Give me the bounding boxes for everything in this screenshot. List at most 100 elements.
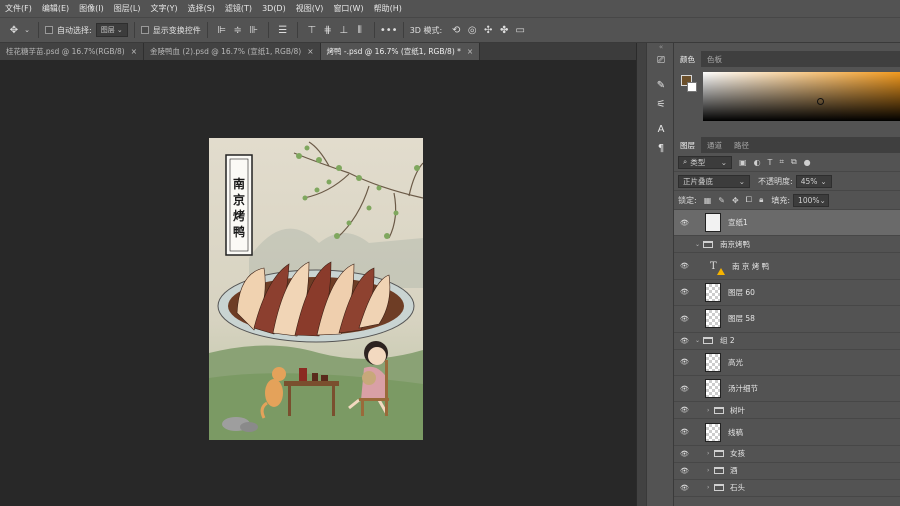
collapse-arrows-icon[interactable]: « [647, 43, 675, 51]
visibility-eye-icon[interactable]: 👁︎ [680, 288, 689, 296]
align-right-icon[interactable]: ⊪ [246, 22, 262, 38]
chevron-right-icon[interactable]: › [707, 450, 709, 457]
chevron-right-icon[interactable]: › [707, 484, 709, 491]
visibility-eye-icon[interactable]: 👁︎ [680, 358, 689, 366]
align-top-icon[interactable]: ⊤ [304, 22, 320, 38]
layer-row[interactable]: 👁︎ 汤汁细节 [674, 376, 900, 403]
lock-transparent-icon[interactable]: ▦ [704, 196, 712, 205]
brush-settings-icon[interactable]: ✎ [647, 76, 675, 95]
filter-pixel-icon[interactable]: ▣ [739, 158, 747, 167]
visibility-eye-icon[interactable]: 👁︎ [680, 406, 689, 414]
menu-bar: 文件(F) 编辑(E) 图像(I) 图层(L) 文字(Y) 选择(S) 滤镜(T… [0, 0, 900, 17]
visibility-eye-icon[interactable]: 👁︎ [680, 337, 689, 345]
artwork-illustration: 南 京 烤 鸭 [209, 138, 423, 440]
menu-edit[interactable]: 编辑(E) [37, 3, 74, 14]
menu-select[interactable]: 选择(S) [183, 3, 220, 14]
layer-row[interactable]: 👁︎ 线稿 [674, 419, 900, 446]
visibility-eye-icon[interactable]: 👁︎ [680, 262, 689, 270]
layer-row[interactable]: 👁︎ 图层 60 [674, 280, 900, 307]
character-icon[interactable]: A [647, 120, 675, 139]
distribute-icon[interactable]: ☰ [275, 22, 291, 38]
blend-mode-dropdown[interactable]: 正片叠底 ⌄ [678, 174, 750, 188]
layer-group-row[interactable]: ⌄ 南京烤鸭 [674, 236, 900, 254]
color-spectrum[interactable] [703, 72, 900, 121]
filter-toggle-icon[interactable]: ● [804, 158, 811, 167]
show-transform-checkbox[interactable] [140, 26, 149, 34]
tab-channels[interactable]: 通道 [701, 137, 728, 153]
close-icon[interactable]: × [467, 47, 473, 56]
visibility-eye-icon[interactable]: 👁︎ [680, 467, 689, 475]
lock-pixels-icon[interactable]: ✎ [718, 196, 725, 205]
history-icon[interactable]: ⎚ [647, 51, 675, 70]
align-left-icon[interactable]: ⊫ [214, 22, 230, 38]
adjustments-icon[interactable]: ⚟ [647, 95, 675, 114]
menu-window[interactable]: 窗口(W) [328, 3, 368, 14]
align-center-icon[interactable]: ≑ [230, 22, 246, 38]
chevron-down-icon[interactable]: ⌄ [22, 22, 32, 38]
layer-row[interactable]: 👁︎ 宣纸1 [674, 210, 900, 237]
visibility-eye-icon[interactable]: 👁︎ [680, 450, 689, 458]
tab-layers[interactable]: 图层 [674, 137, 701, 153]
layer-group-row[interactable]: 👁︎ ⌄ 组 2 [674, 333, 900, 350]
document-workspace[interactable]: 南 京 烤 鸭 [0, 60, 636, 506]
visibility-eye-icon[interactable]: 👁︎ [680, 428, 689, 436]
background-color-swatch[interactable] [687, 82, 697, 92]
more-options-icon[interactable]: ••• [380, 22, 398, 38]
document-canvas[interactable]: 南 京 烤 鸭 [209, 138, 423, 440]
filter-smart-object-icon[interactable]: ⧉ [791, 157, 797, 167]
visibility-eye-icon[interactable]: 👁︎ [680, 385, 689, 393]
auto-select-dropdown[interactable]: 图层 ⌄ [95, 23, 128, 37]
tab-swatches[interactable]: 色板 [701, 51, 728, 67]
lock-all-icon[interactable]: 🔒︎ [759, 195, 763, 205]
menu-view[interactable]: 视图(V) [291, 3, 329, 14]
menu-type[interactable]: 文字(Y) [145, 3, 182, 14]
doc-tab[interactable]: 桂花糖芋苗.psd @ 16.7%(RGB/8) × [0, 43, 145, 60]
close-icon[interactable]: × [131, 47, 137, 56]
fill-input[interactable]: 100% ⌄ [793, 193, 830, 207]
lock-artboard-icon[interactable]: ⧠ [746, 195, 752, 205]
layer-row[interactable]: 👁︎ 图层 58 [674, 306, 900, 333]
doc-tab-active[interactable]: 烤鸭 -.psd @ 16.7% (宣纸1, RGB/8) * × [320, 43, 481, 60]
menu-image[interactable]: 图像(I) [74, 3, 109, 14]
auto-select-option[interactable]: 自动选择: [45, 25, 92, 36]
tab-paths[interactable]: 路径 [728, 137, 755, 153]
opacity-input[interactable]: 45% ⌄ [795, 174, 832, 188]
distribute-vertical-icon[interactable]: ⦀ [352, 22, 368, 38]
filter-type-icon[interactable]: T [768, 158, 773, 167]
chevron-right-icon[interactable]: › [707, 407, 709, 414]
align-middle-icon[interactable]: ⋕ [320, 22, 336, 38]
paragraph-icon[interactable]: ¶ [647, 139, 675, 158]
menu-filter[interactable]: 滤镜(T) [220, 3, 257, 14]
doc-tab[interactable]: 金陵鸭血 (2).psd @ 16.7% (宣纸1, RGB/8) × [144, 43, 321, 60]
divider [133, 22, 135, 38]
lock-position-icon[interactable]: ✥ [732, 196, 739, 205]
auto-select-checkbox[interactable] [45, 26, 53, 34]
layer-group-row[interactable]: 👁︎ › 石头 [674, 480, 900, 497]
chevron-down-icon[interactable]: ⌄ [695, 337, 700, 344]
visibility-eye-icon[interactable]: 👁︎ [680, 484, 689, 492]
layer-thumbnail [705, 213, 721, 233]
visibility-eye-icon[interactable]: 👁︎ [680, 219, 689, 227]
menu-3d[interactable]: 3D(D) [257, 4, 291, 13]
color-picker-handle[interactable] [817, 98, 824, 105]
tab-color[interactable]: 颜色 [674, 51, 701, 67]
align-bottom-icon[interactable]: ⊥ [336, 22, 352, 38]
menu-layer[interactable]: 图层(L) [109, 3, 146, 14]
layer-filter-dropdown[interactable]: ⌕ 类型 ⌄ [678, 155, 732, 169]
layer-group-row[interactable]: 👁︎ › 树叶 [674, 402, 900, 420]
close-icon[interactable]: × [307, 47, 313, 56]
layer-row[interactable]: 👁︎ 高光 [674, 350, 900, 376]
filter-adjustment-icon[interactable]: ◐ [754, 158, 761, 167]
layer-group-row[interactable]: 👁︎ › 女孩 [674, 446, 900, 463]
layer-group-row[interactable]: 👁︎ › 酒 [674, 463, 900, 480]
show-transform-option[interactable]: 显示变换控件 [140, 25, 201, 36]
layer-row[interactable]: 👁︎ T 南 京 烤 鸭 [674, 253, 900, 280]
chevron-right-icon[interactable]: › [707, 467, 709, 474]
menu-file[interactable]: 文件(F) [0, 3, 37, 14]
filter-shape-icon[interactable]: ⌗ [779, 157, 784, 167]
visibility-eye-icon[interactable]: 👁︎ [680, 315, 689, 323]
move-tool-icon[interactable]: ✥ [6, 22, 22, 38]
menu-help[interactable]: 帮助(H) [369, 3, 407, 14]
chevron-down-icon[interactable]: ⌄ [695, 241, 700, 248]
layer-thumbnail [705, 379, 721, 399]
